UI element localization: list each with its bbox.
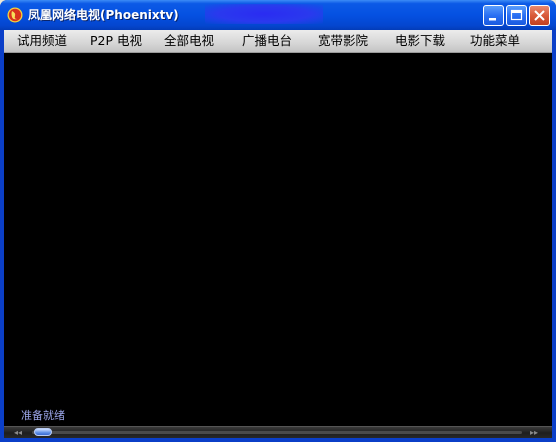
menu-trial-channels[interactable]: 试用频道	[17, 30, 67, 52]
seek-thumb[interactable]	[34, 428, 52, 436]
video-display[interactable]	[4, 53, 552, 427]
window-title: 凤凰网络电视(Phoenixtv)	[28, 8, 179, 22]
app-window: 凤凰网络电视(Phoenixtv) 试用频道 P2P 电视 全部电视 广播电台 …	[0, 0, 556, 442]
status-text: 准备就绪	[21, 409, 65, 422]
menu-bar: 试用频道 P2P 电视 全部电视 广播电台 宽带影院 电影下载 功能菜单	[4, 30, 552, 53]
client-area: 试用频道 P2P 电视 全部电视 广播电台 宽带影院 电影下载 功能菜单 准备就…	[4, 30, 552, 442]
menu-radio[interactable]: 广播电台	[242, 30, 292, 52]
phoenix-logo-icon[interactable]	[7, 7, 23, 23]
window-bottom-border	[4, 438, 552, 442]
close-button[interactable]	[529, 5, 550, 26]
menu-p2p-tv[interactable]: P2P 电视	[90, 30, 142, 52]
close-icon	[534, 10, 545, 21]
menu-all-tv[interactable]: 全部电视	[164, 30, 214, 52]
seek-forward-icon[interactable]: ▸▸	[530, 428, 538, 438]
menu-functions[interactable]: 功能菜单	[470, 30, 520, 52]
maximize-button[interactable]	[506, 5, 527, 26]
seek-track[interactable]	[32, 431, 522, 434]
minimize-icon	[489, 18, 496, 21]
title-bar[interactable]: 凤凰网络电视(Phoenixtv)	[0, 0, 556, 30]
seek-back-icon[interactable]: ◂◂	[14, 428, 22, 438]
minimize-button[interactable]	[483, 5, 504, 26]
maximize-icon	[510, 9, 523, 21]
menu-movie-download[interactable]: 电影下载	[395, 30, 445, 52]
title-blur-overlay	[205, 4, 323, 24]
menu-broadband-cinema[interactable]: 宽带影院	[318, 30, 368, 52]
